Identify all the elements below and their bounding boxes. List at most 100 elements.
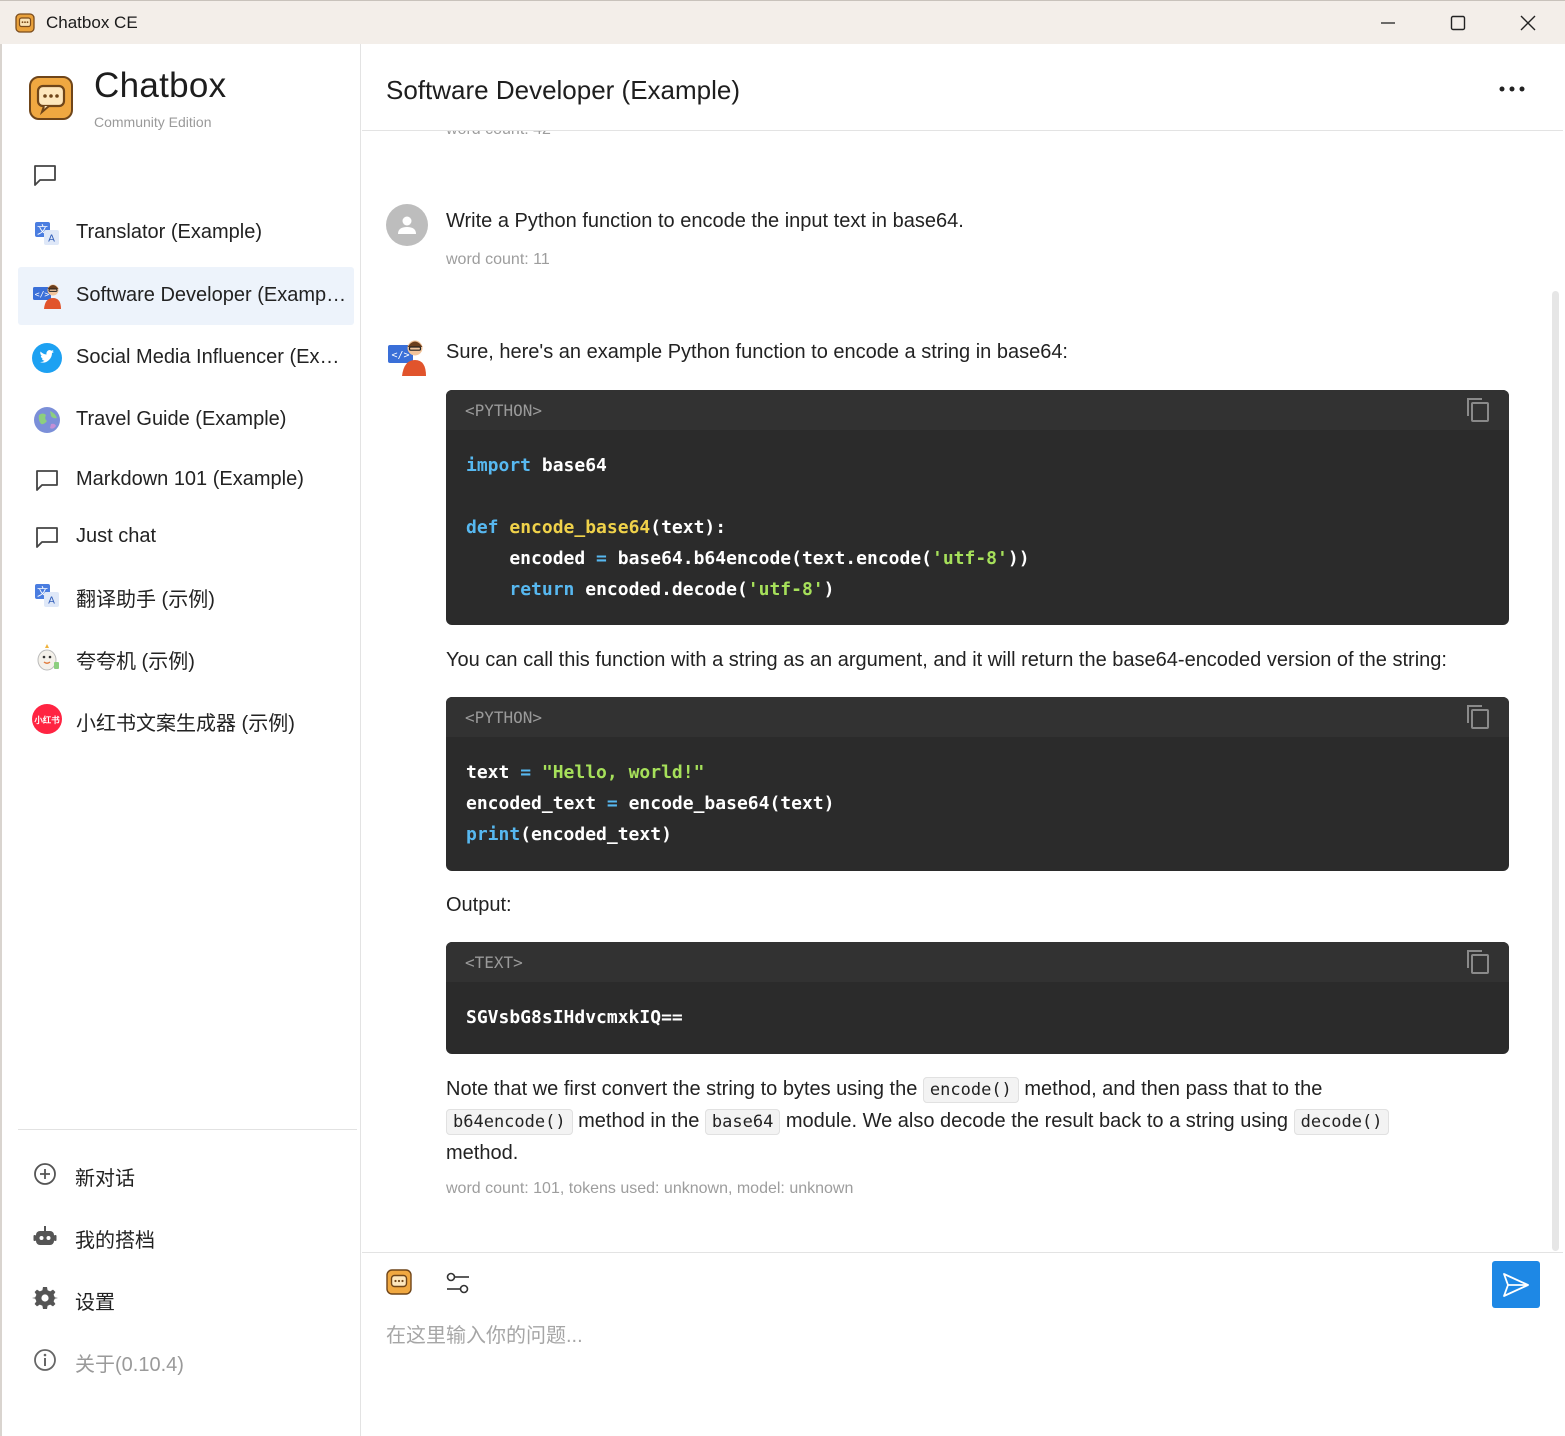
sidebar: Chatbox Community Edition 文A Translator … xyxy=(0,44,361,1436)
session-label: Social Media Influencer (Example) xyxy=(76,346,348,368)
svg-text:</>: </> xyxy=(35,290,50,299)
copy-icon[interactable] xyxy=(1465,948,1491,976)
assistant-note-text: Note that we first convert the string to… xyxy=(446,1074,1526,1169)
close-icon xyxy=(1520,15,1536,31)
maximize-button[interactable] xyxy=(1423,1,1493,45)
chatbox-logo xyxy=(29,76,73,120)
scrollbar[interactable] xyxy=(1552,291,1559,1251)
code-content: SGVsbG8sIHdvcmxkIQ== xyxy=(466,1007,683,1028)
globe-icon xyxy=(32,405,62,435)
new-chat-label: 新对话 xyxy=(75,1168,135,1190)
send-icon xyxy=(1503,1272,1529,1297)
cheer-avatar-icon xyxy=(32,642,62,672)
input-area xyxy=(362,1252,1563,1436)
window-titlebar: Chatbox CE xyxy=(0,0,1565,44)
chat-bubble-icon xyxy=(32,465,62,495)
session-label: Translator (Example) xyxy=(76,221,262,243)
session-label: 翻译助手 (示例) xyxy=(76,589,215,611)
developer-avatar-icon: </> xyxy=(32,281,62,311)
message-input[interactable] xyxy=(386,1319,1536,1419)
send-button[interactable] xyxy=(1492,1261,1540,1308)
svg-text:</>: </> xyxy=(391,350,409,361)
translate-icon: 文A xyxy=(32,580,62,610)
brand-subtitle: Community Edition xyxy=(94,114,212,130)
maximize-icon xyxy=(1450,15,1466,31)
previous-message-wordcount: word count: 42 xyxy=(446,131,551,139)
user-message-text: Write a Python function to encode the in… xyxy=(446,210,964,232)
chat-bubble-icon xyxy=(32,522,62,552)
session-item-travel-guide[interactable]: Travel Guide (Example) xyxy=(18,391,354,449)
session-item-social-media[interactable]: Social Media Influencer (Example) xyxy=(18,329,354,387)
code-block-python-2: <PYTHON> text = "Hello, world!" encoded_… xyxy=(446,697,1509,871)
session-item-just-chat[interactable]: Just chat xyxy=(18,508,354,566)
session-label: Travel Guide (Example) xyxy=(76,408,287,430)
session-item-translate-assistant[interactable]: 文A 翻译助手 (示例) xyxy=(18,566,354,624)
inline-code: decode() xyxy=(1293,1109,1390,1135)
developer-avatar-icon: </> xyxy=(388,340,426,376)
chatbox-model-icon[interactable] xyxy=(386,1269,412,1295)
window-title: Chatbox CE xyxy=(46,13,138,32)
inline-code: base64 xyxy=(704,1109,781,1135)
inline-code: encode() xyxy=(922,1077,1019,1103)
my-copilots-button[interactable]: 我的搭档 xyxy=(18,1211,354,1261)
svg-text:A: A xyxy=(48,596,55,607)
session-label: Just chat xyxy=(76,525,157,547)
code-language-label: <PYTHON> xyxy=(465,401,543,420)
info-icon xyxy=(34,1349,56,1371)
session-label: 夸夸机 (示例) xyxy=(76,651,195,673)
assistant-output-label: Output: xyxy=(446,894,512,916)
code-content: text = "Hello, world!" encoded_text = en… xyxy=(466,762,835,845)
my-copilots-label: 我的搭档 xyxy=(75,1230,155,1252)
gear-icon xyxy=(32,1287,58,1309)
more-options-icon[interactable] xyxy=(1496,78,1528,100)
copy-icon[interactable] xyxy=(1465,396,1491,424)
user-avatar xyxy=(386,204,428,246)
new-chat-button[interactable]: 新对话 xyxy=(18,1149,354,1199)
add-circle-icon xyxy=(34,1163,56,1185)
code-block-header: <PYTHON> xyxy=(446,390,1509,430)
user-message-wordcount: word count: 11 xyxy=(446,251,550,268)
chat-header: Software Developer (Example) xyxy=(362,44,1563,131)
minimize-button[interactable] xyxy=(1353,1,1423,45)
message-list[interactable]: word count: 42 Write a Python function t… xyxy=(362,131,1563,1252)
session-label: 小红书文案生成器 (示例) xyxy=(76,713,295,735)
session-item-kuakuaji[interactable]: 夸夸机 (示例) xyxy=(18,628,354,686)
chat-bubble-icon[interactable] xyxy=(32,162,58,188)
code-block-header: <PYTHON> xyxy=(446,697,1509,737)
assistant-mid-text: You can call this function with a string… xyxy=(446,649,1447,671)
session-item-translator[interactable]: 文A Translator (Example) xyxy=(18,204,354,262)
code-language-label: <TEXT> xyxy=(465,953,523,972)
twitter-bird-icon xyxy=(32,343,62,373)
xiaohongshu-icon: 小红书 xyxy=(32,704,62,734)
session-item-software-developer[interactable]: </> Software Developer (Example) xyxy=(18,267,354,325)
assistant-intro-text: Sure, here's an example Python function … xyxy=(446,341,1068,363)
assistant-message-meta: word count: 101, tokens used: unknown, m… xyxy=(446,1180,854,1197)
about-label: 关于(0.10.4) xyxy=(75,1354,184,1376)
code-block-header: <TEXT> xyxy=(446,942,1509,982)
settings-button[interactable]: 设置 xyxy=(18,1273,354,1323)
chat-title: Software Developer (Example) xyxy=(386,75,741,105)
minimize-icon xyxy=(1381,22,1395,24)
about-button[interactable]: 关于(0.10.4) xyxy=(18,1335,354,1385)
robot-icon xyxy=(33,1226,57,1245)
chat-panel: Software Developer (Example) word count:… xyxy=(362,44,1563,1436)
code-language-label: <PYTHON> xyxy=(465,708,543,727)
svg-text:A: A xyxy=(48,234,55,245)
copy-icon[interactable] xyxy=(1465,703,1491,731)
chatbox-app-icon xyxy=(15,13,35,33)
settings-label: 设置 xyxy=(75,1292,115,1314)
code-block-text: <TEXT> SGVsbG8sIHdvcmxkIQ== xyxy=(446,942,1509,1054)
sidebar-divider xyxy=(18,1129,357,1130)
session-label: Software Developer (Example) xyxy=(76,284,348,306)
close-window-button[interactable] xyxy=(1493,1,1563,45)
sliders-icon[interactable] xyxy=(444,1269,472,1297)
brand-name: Chatbox xyxy=(94,66,227,105)
code-block-python-1: <PYTHON> import base64 def encode_base64… xyxy=(446,390,1509,625)
session-label: Markdown 101 (Example) xyxy=(76,468,304,490)
person-icon xyxy=(398,216,416,234)
session-item-markdown-101[interactable]: Markdown 101 (Example) xyxy=(18,451,354,509)
session-item-xiaohongshu[interactable]: 小红书 小红书文案生成器 (示例) xyxy=(18,690,354,748)
inline-code: b64encode() xyxy=(446,1109,573,1135)
svg-text:小红书: 小红书 xyxy=(33,715,60,725)
translate-icon: 文A xyxy=(32,218,62,248)
